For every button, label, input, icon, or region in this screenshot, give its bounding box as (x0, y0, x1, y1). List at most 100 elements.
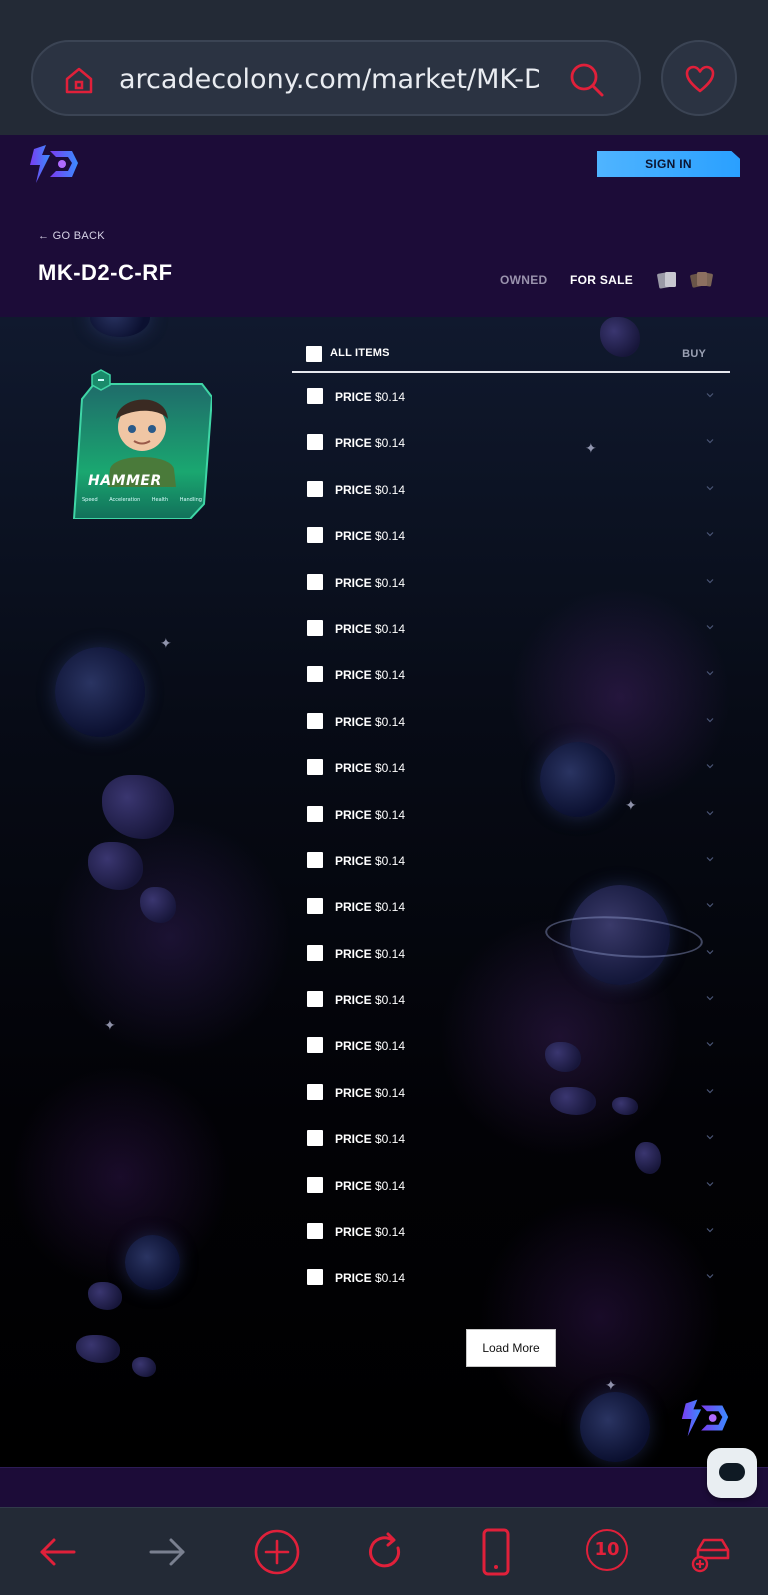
search-icon[interactable] (569, 62, 605, 98)
chevron-down-icon[interactable] (706, 1040, 714, 1048)
tab-for-sale[interactable]: FOR SALE (570, 273, 633, 287)
character-card[interactable]: HAMMER Speed Acceleration Health Handlin… (72, 369, 214, 520)
item-checkbox[interactable] (307, 619, 323, 636)
list-item[interactable]: PRICE $0.14 (292, 559, 730, 605)
list-item[interactable]: PRICE $0.14 (292, 698, 730, 744)
item-checkbox[interactable] (307, 805, 323, 822)
price-label: PRICE (335, 575, 372, 590)
list-item[interactable]: PRICE $0.14 (292, 1162, 730, 1208)
item-checkbox[interactable] (307, 1176, 323, 1193)
price-label: PRICE (335, 946, 372, 961)
item-checkbox[interactable] (307, 388, 323, 404)
list-item[interactable]: PRICE $0.14 (292, 466, 730, 512)
arcade-colony-logo[interactable] (26, 143, 82, 185)
sign-in-button[interactable]: SIGN IN (597, 151, 740, 177)
tabs-count-icon[interactable]: 10 (586, 1529, 628, 1571)
select-all-checkbox[interactable] (306, 346, 322, 362)
price-value: $0.14 (375, 993, 406, 1008)
list-item[interactable]: PRICE $0.14 (292, 512, 730, 558)
list-item[interactable]: PRICE $0.14 (292, 419, 730, 465)
phone-icon[interactable] (472, 1528, 520, 1576)
item-checkbox[interactable] (307, 666, 323, 683)
list-item[interactable]: PRICE $0.14 (292, 605, 730, 651)
item-checkbox[interactable] (307, 1037, 323, 1054)
chevron-down-icon[interactable] (706, 1133, 714, 1141)
item-checkbox[interactable] (307, 434, 323, 451)
chevron-down-icon[interactable] (706, 1226, 714, 1234)
chevron-down-icon[interactable] (706, 1180, 714, 1188)
list-item[interactable]: PRICE $0.14 (292, 883, 730, 929)
planet-decoration (580, 1392, 650, 1462)
car-add-icon[interactable] (690, 1528, 738, 1576)
load-more-button[interactable]: Load More (466, 1329, 556, 1367)
go-back-link[interactable]: ← GO BACK (38, 230, 105, 242)
url-text[interactable]: arcadecolony.com/market/MK-D2-C-RF (119, 62, 539, 98)
list-item[interactable]: PRICE $0.14 (292, 1022, 730, 1068)
price-label: PRICE (335, 714, 372, 729)
price-label: PRICE (335, 1085, 372, 1100)
reload-icon[interactable] (362, 1528, 410, 1576)
item-checkbox[interactable] (307, 480, 323, 497)
list-item[interactable]: PRICE $0.14 (292, 976, 730, 1022)
favorite-button[interactable] (661, 40, 737, 116)
list-item[interactable]: PRICE $0.14 (292, 373, 730, 419)
url-bar[interactable]: arcadecolony.com/market/MK-D2-C-RF (31, 40, 641, 116)
item-checkbox[interactable] (307, 944, 323, 961)
list-item[interactable]: PRICE $0.14 (292, 930, 730, 976)
list-item[interactable]: PRICE $0.14 (292, 1254, 730, 1300)
home-icon[interactable] (63, 64, 95, 96)
chevron-down-icon[interactable] (706, 623, 714, 631)
chat-button[interactable] (707, 1448, 757, 1498)
list-item[interactable]: PRICE $0.14 (292, 1208, 730, 1254)
item-checkbox[interactable] (307, 527, 323, 544)
price-value: $0.14 (375, 575, 406, 590)
list-item[interactable]: PRICE $0.14 (292, 1069, 730, 1115)
list-item[interactable]: PRICE $0.14 (292, 651, 730, 697)
price-value: $0.14 (375, 853, 406, 868)
item-checkbox[interactable] (307, 1083, 323, 1100)
item-checkbox[interactable] (307, 898, 323, 915)
site-footer (0, 1467, 768, 1507)
item-checkbox[interactable] (307, 1269, 323, 1286)
plus-circle-icon[interactable] (253, 1528, 301, 1576)
item-checkbox[interactable] (307, 991, 323, 1008)
item-checkbox[interactable] (307, 712, 323, 729)
item-checkbox[interactable] (307, 1130, 323, 1147)
chevron-down-icon[interactable] (706, 669, 714, 677)
chevron-down-icon[interactable] (706, 901, 714, 909)
tab-owned[interactable]: OWNED (500, 273, 548, 287)
list-item[interactable]: PRICE $0.14 (292, 744, 730, 790)
price-value: $0.14 (375, 714, 406, 729)
list-item[interactable]: PRICE $0.14 (292, 837, 730, 883)
chevron-down-icon[interactable] (706, 530, 714, 538)
items-list: ALL ITEMS BUY PRICE $0.14 PRICE $0.14 PRICE $… (292, 327, 730, 1301)
chevron-down-icon[interactable] (706, 716, 714, 724)
chevron-down-icon[interactable] (706, 855, 714, 863)
chevron-down-icon[interactable] (706, 762, 714, 770)
items-rows: PRICE $0.14 PRICE $0.14 PRICE $0.14 PRICE $0.14… (292, 373, 730, 1301)
item-checkbox[interactable] (307, 851, 323, 868)
price-value: $0.14 (375, 621, 406, 636)
item-checkbox[interactable] (307, 1223, 323, 1240)
list-item[interactable]: PRICE $0.14 (292, 791, 730, 837)
chevron-down-icon[interactable] (706, 1087, 714, 1095)
stat-acceleration: Acceleration (109, 497, 141, 503)
arrow-right-icon[interactable] (143, 1528, 191, 1576)
chevron-down-icon[interactable] (706, 391, 714, 399)
grid-cards-icon[interactable] (690, 270, 714, 290)
cards-view-icon[interactable] (656, 270, 678, 290)
price-value: $0.14 (375, 436, 406, 451)
list-item[interactable]: PRICE $0.14 (292, 1115, 730, 1161)
chevron-down-icon[interactable] (706, 994, 714, 1002)
chevron-down-icon[interactable] (706, 948, 714, 956)
item-checkbox[interactable] (307, 759, 323, 776)
chevron-down-icon[interactable] (706, 577, 714, 585)
price-label: PRICE (335, 993, 372, 1008)
buy-column-header[interactable]: BUY (682, 348, 706, 360)
chevron-down-icon[interactable] (706, 809, 714, 817)
chevron-down-icon[interactable] (706, 437, 714, 445)
item-checkbox[interactable] (307, 573, 323, 590)
chevron-down-icon[interactable] (706, 1272, 714, 1280)
chevron-down-icon[interactable] (706, 484, 714, 492)
arrow-left-icon[interactable] (34, 1528, 82, 1576)
